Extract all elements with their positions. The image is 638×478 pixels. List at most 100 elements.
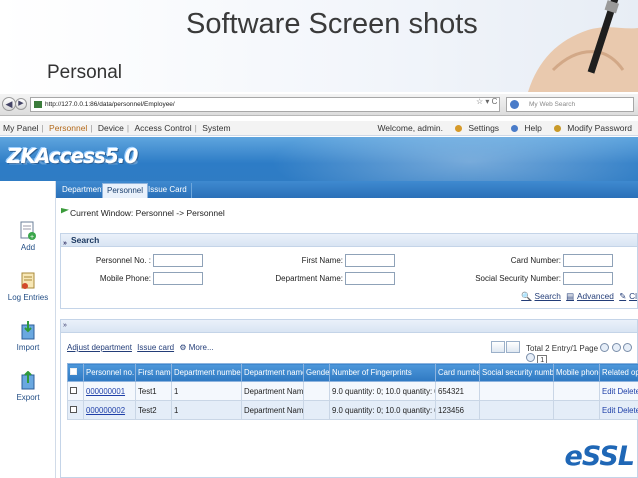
forward-icon[interactable]: ▶ [15, 98, 27, 110]
back-icon[interactable]: ◀ [2, 97, 16, 111]
ssn-input[interactable] [563, 272, 613, 285]
column-header[interactable]: Social security number [479, 363, 554, 382]
first-name-cell: Test1 [135, 381, 172, 401]
menu-my-panel[interactable]: My Panel [0, 123, 41, 133]
menu-access-control[interactable]: Access Control [131, 123, 194, 133]
department-name-label: Department Name: [275, 274, 343, 283]
list-panel-header[interactable]: » [61, 320, 637, 333]
sidebar-label-add: Add [20, 243, 36, 252]
menu-device[interactable]: Device [95, 123, 127, 133]
row-checkbox[interactable] [70, 405, 77, 413]
column-header[interactable]: Mobile phone [553, 363, 600, 382]
settings-link[interactable]: Settings [450, 123, 499, 133]
first-page-icon[interactable] [600, 343, 610, 352]
welcome-text: Welcome, admin. [377, 123, 443, 133]
pager: Total 2 Entry/1 Page 1 [526, 343, 637, 365]
mobile-phone-label: Mobile Phone: [99, 274, 151, 283]
search-panel-title: Search [71, 235, 100, 245]
row-checkbox[interactable] [70, 386, 77, 394]
column-header[interactable]: First name [135, 363, 172, 382]
search-actions: 🔍 Search ▤ Advanced ✎ Cl [518, 291, 637, 302]
last-page-icon[interactable] [526, 353, 535, 362]
row-select-cell[interactable] [67, 400, 84, 420]
column-header[interactable]: Number of Fingerprints [329, 363, 436, 382]
column-header[interactable]: Card number [435, 363, 480, 382]
list-view-icon[interactable] [491, 341, 505, 353]
edit-link[interactable]: Edit [602, 387, 615, 396]
reload-icon[interactable]: C [492, 97, 498, 106]
table-row[interactable]: 000000002 Test2 1 Department Name 9.0 qu… [67, 400, 638, 420]
sidebar-item-add[interactable]: + Add [0, 221, 56, 252]
clear-button-label: Cl [629, 291, 637, 301]
fingerprints-cell: 9.0 quantity: 0; 10.0 quantity: 0 [329, 381, 436, 401]
next-page-icon[interactable] [622, 343, 632, 352]
advanced-button-label: Advanced [576, 291, 614, 301]
modify-password-link[interactable]: Modify Password [549, 123, 632, 133]
table-header-row: Personnel no. First name Department numb… [67, 363, 638, 382]
select-all-cell[interactable] [67, 363, 84, 382]
flag-icon [61, 208, 69, 214]
dropdown-icon[interactable]: ▾ [485, 97, 489, 106]
column-header[interactable]: Gender [303, 363, 330, 382]
personnel-no-cell[interactable]: 000000002 [83, 400, 136, 420]
tab-personnel[interactable]: Personnel [102, 183, 149, 198]
help-link[interactable]: Help [506, 123, 542, 133]
sidebar-label-import: Import [16, 343, 40, 352]
adjust-department-button[interactable]: Adjust department [67, 343, 132, 352]
ssn-label: Social Security Number: [475, 274, 561, 283]
personnel-no-link[interactable]: 000000002 [86, 406, 125, 415]
delete-link[interactable]: Delete [617, 387, 638, 396]
left-sidebar: + Add Log Entries Import Export [0, 181, 56, 478]
sidebar-item-export[interactable]: Export [0, 370, 56, 402]
url-tools: ☆ ▾ C [476, 97, 497, 106]
slide-subtitle: Personal [47, 62, 122, 83]
star-icon[interactable]: ☆ [476, 97, 483, 106]
menu-system[interactable]: System [199, 123, 233, 133]
search-panel-header[interactable]: » Search [61, 234, 637, 247]
sidebar-item-log-entries[interactable]: Log Entries [0, 271, 56, 302]
column-header[interactable]: Personnel no. [83, 363, 136, 382]
personnel-list-panel: » Adjust department Issue card ⚙ More...… [60, 319, 638, 478]
help-label: Help [524, 123, 542, 133]
clear-button[interactable]: ✎ Cl [619, 291, 637, 301]
personnel-no-input[interactable] [153, 254, 203, 267]
operations-cell: Edit Delete [599, 381, 638, 401]
more-button[interactable]: ⚙ More... [179, 343, 216, 352]
select-all-checkbox[interactable] [70, 368, 77, 375]
grid-view-icon[interactable] [506, 341, 520, 353]
department-number-cell: 1 [171, 381, 242, 401]
row-select-cell[interactable] [67, 381, 84, 401]
help-icon [511, 125, 519, 132]
column-header: Related ope [599, 363, 638, 382]
first-name-input[interactable] [345, 254, 395, 267]
edit-link[interactable]: Edit [602, 406, 615, 415]
banner-glow [270, 137, 638, 181]
card-number-label: Card Number: [510, 256, 561, 265]
log-entries-icon [20, 271, 36, 291]
column-header[interactable]: Department number [171, 363, 242, 382]
personnel-no-link[interactable]: 000000001 [86, 387, 125, 396]
browser-search-input[interactable]: My Web Search [506, 97, 634, 112]
column-header[interactable]: Department name [241, 363, 304, 382]
sidebar-item-import[interactable]: Import [0, 321, 56, 352]
menu-personnel[interactable]: Personnel [46, 123, 90, 133]
department-name-input[interactable] [345, 272, 395, 285]
tab-issue-card[interactable]: Issue Card [144, 183, 192, 198]
table-row[interactable]: 000000001 Test1 1 Department Name 9.0 qu… [67, 381, 638, 401]
export-icon [20, 370, 36, 391]
issue-card-button[interactable]: Issue card [137, 343, 174, 352]
user-menu: Welcome, admin. Settings Help Modify Pas… [372, 121, 632, 136]
personnel-no-cell[interactable]: 000000001 [83, 381, 136, 401]
main-content: Current Window: Personnel -> Personnel »… [56, 198, 638, 478]
prev-page-icon[interactable] [611, 343, 621, 352]
search-button[interactable]: 🔍 Search [521, 291, 561, 301]
search-placeholder: My Web Search [529, 101, 576, 108]
address-bar[interactable]: http://127.0.0.1:86/data/personnel/Emplo… [30, 97, 500, 112]
view-toggle [491, 341, 521, 355]
app-menu: My Panel | Personnel | Device | Access Cont… [0, 121, 638, 136]
delete-link[interactable]: Delete [617, 406, 638, 415]
advanced-button[interactable]: ▤ Advanced [566, 291, 614, 301]
mobile-phone-cell [553, 381, 600, 401]
mobile-phone-input[interactable] [153, 272, 203, 285]
card-number-input[interactable] [563, 254, 613, 267]
